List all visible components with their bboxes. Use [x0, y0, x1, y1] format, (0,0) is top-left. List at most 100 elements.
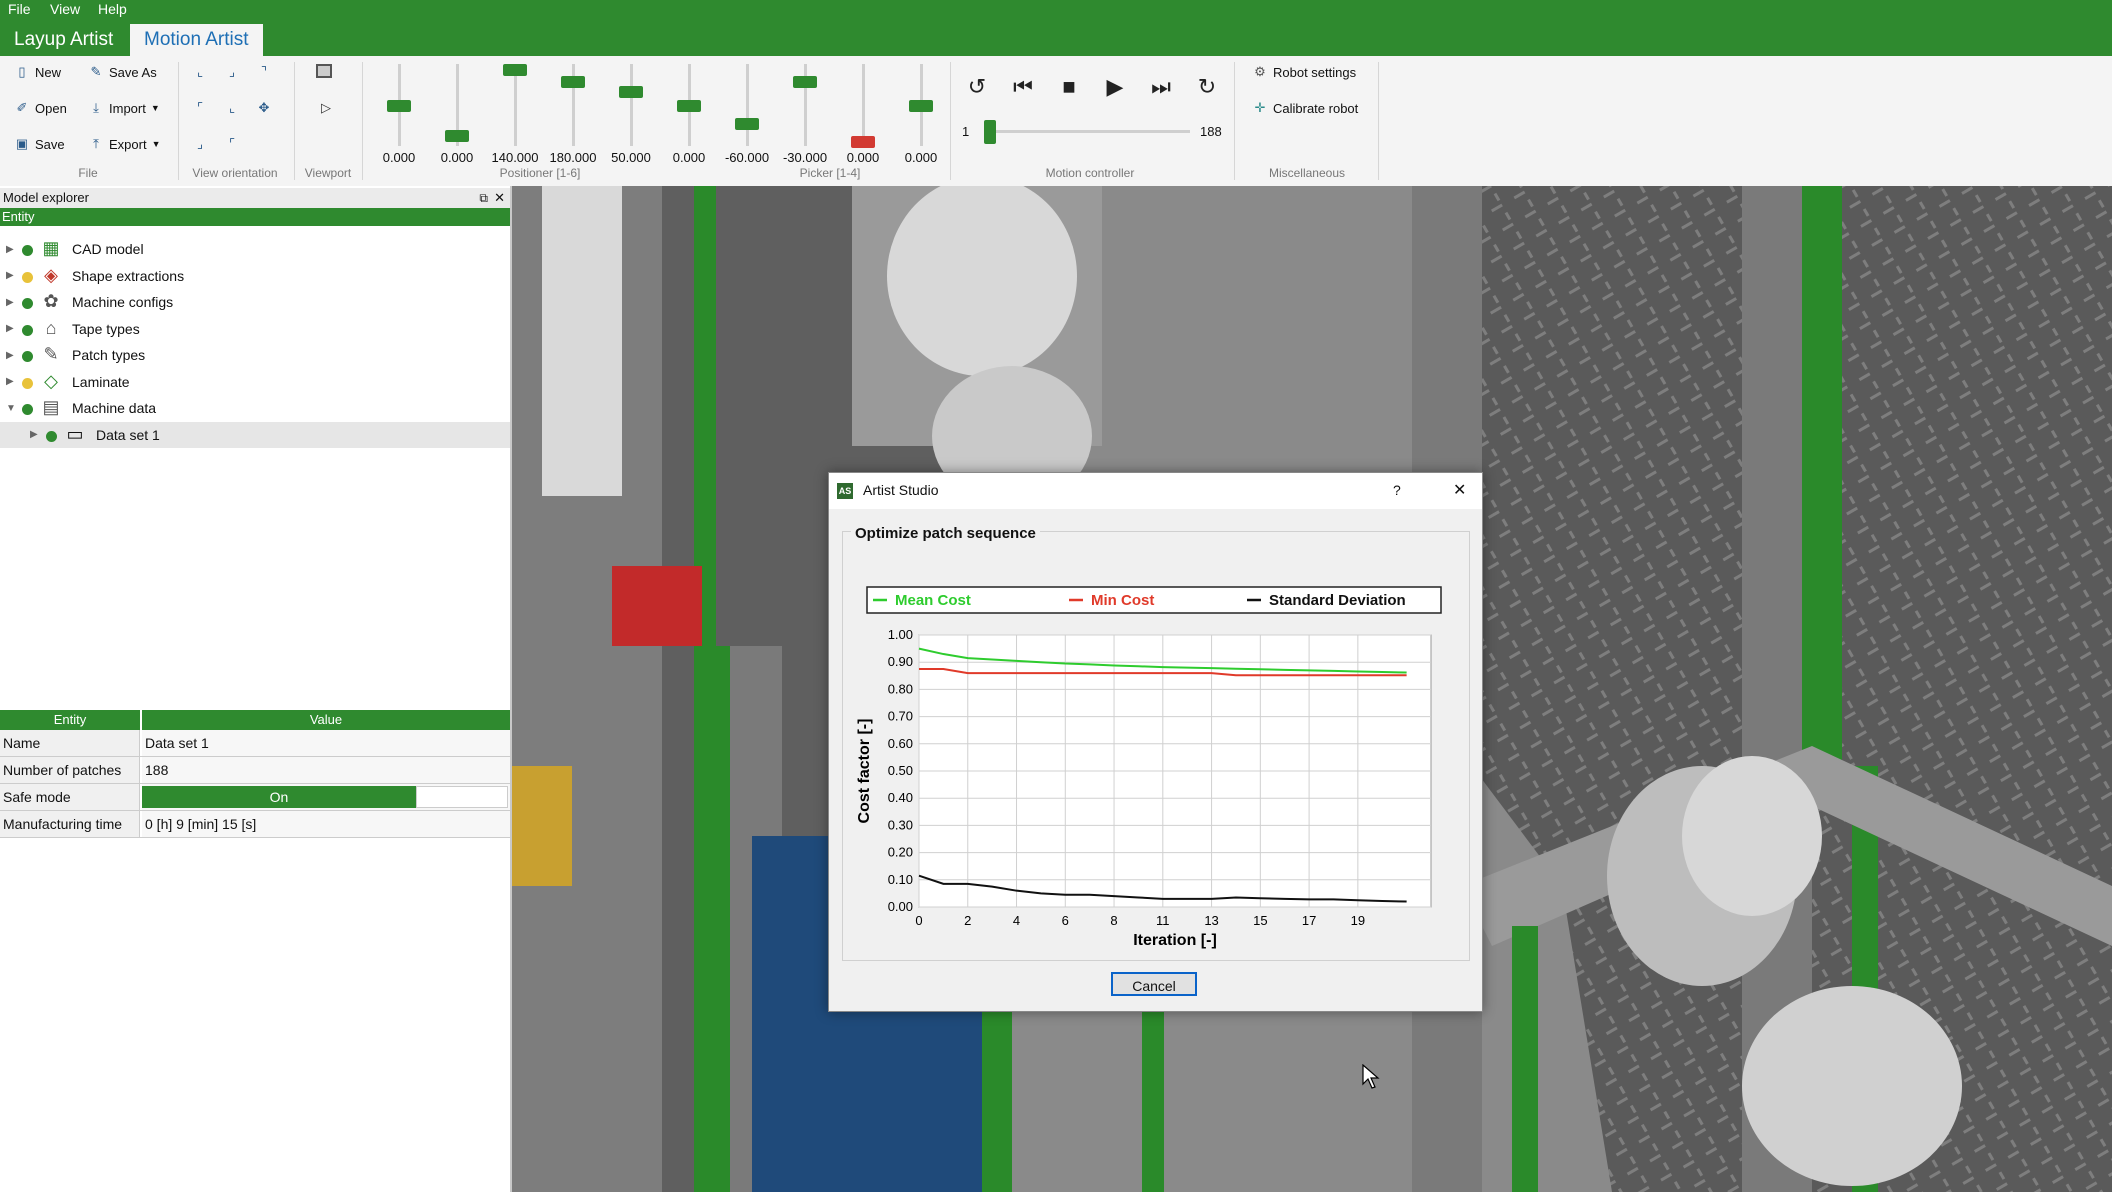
save-button[interactable]: ▣ Save [14, 136, 65, 152]
y-tick-label: 0.10 [888, 872, 913, 887]
joint-slider-handle[interactable] [503, 64, 527, 76]
safe-mode-toggle[interactable]: On [142, 784, 510, 810]
y-tick-label: 1.00 [888, 627, 913, 642]
positioner-value: 50.000 [611, 150, 651, 165]
view-plus-x-button[interactable]: ⌟ [224, 64, 240, 80]
perspective-icon: ▷ [321, 100, 331, 115]
menu-file[interactable]: File [8, 1, 31, 17]
tree-item[interactable]: ▶ ⌂ Tape types [0, 316, 510, 342]
robot-settings-button[interactable]: ⚙ Robot settings [1252, 64, 1356, 80]
help-button[interactable]: ? [1393, 482, 1401, 498]
chevron-right-icon[interactable]: ▶ [6, 297, 14, 308]
open-button[interactable]: ✐ Open [14, 100, 67, 116]
motion-slider-track[interactable] [984, 130, 1190, 133]
name-field[interactable]: Data set 1 [142, 730, 510, 756]
optimize-dialog: AS Artist Studio ? ✕ Optimize patch sequ… [828, 472, 1483, 1012]
chevron-right-icon[interactable]: ▶ [6, 323, 14, 334]
tree-item-label: CAD model [72, 241, 144, 257]
joint-slider-track[interactable] [514, 64, 517, 146]
import-button[interactable]: ⤓ Import ▼ [88, 100, 160, 116]
motion-slider-handle[interactable] [984, 120, 996, 144]
joint-slider-handle[interactable] [735, 118, 759, 130]
viewport-frame-button[interactable] [316, 64, 332, 78]
tree-item[interactable]: ▶ ▦ CAD model [0, 236, 510, 262]
new-file-icon: ▯ [18, 64, 26, 79]
separator [1234, 62, 1235, 180]
tree-item[interactable]: ▶ ◈ Shape extractions [0, 263, 510, 289]
group-title: Optimize patch sequence [851, 525, 1040, 542]
stop-icon[interactable]: ■ [1054, 74, 1084, 100]
view-iso-button[interactable]: ✥ [256, 100, 272, 116]
status-icon [22, 324, 33, 336]
save-as-button[interactable]: ✎ Save As [88, 64, 157, 80]
property-row-name: Name Data set 1 [0, 730, 510, 757]
tree-item[interactable]: ▶ ◇ Laminate [0, 369, 510, 395]
joint-slider-handle[interactable] [677, 100, 701, 112]
tree-item[interactable]: ▶ ✎ Patch types [0, 342, 510, 368]
skip-start-icon[interactable]: ⏮ [1008, 74, 1038, 100]
import-icon: ⤓ [93, 100, 99, 115]
joint-slider-handle[interactable] [619, 86, 643, 98]
new-button[interactable]: ▯ New [14, 64, 61, 80]
view-bottom-button[interactable]: ⌜ [224, 136, 240, 152]
joint-slider-handle[interactable] [387, 100, 411, 112]
model-explorer-title: Model explorer [3, 190, 89, 205]
menu-view[interactable]: View [50, 1, 80, 17]
joint-slider-track[interactable] [630, 64, 633, 146]
view-plus-y-button[interactable]: ⌜ [192, 100, 208, 116]
x-tick-label: 11 [1156, 913, 1170, 928]
skip-end-icon[interactable]: ⏭ [1146, 74, 1176, 100]
entity-type-icon: ▦ [42, 238, 60, 258]
entity-type-icon: ◈ [44, 264, 58, 285]
calibrate-robot-button[interactable]: ✛ Calibrate robot [1252, 100, 1359, 116]
joint-slider-handle[interactable] [793, 76, 817, 88]
rewind-icon[interactable]: ↺ [962, 74, 992, 100]
tree-item-data-set[interactable]: ▶ ▭ Data set 1 [0, 421, 510, 448]
cancel-button[interactable]: Cancel [1111, 972, 1197, 996]
safe-mode-on[interactable]: On [142, 786, 416, 808]
chevron-right-icon[interactable]: ▶ [30, 429, 38, 440]
chevron-right-icon[interactable]: ▶ [6, 350, 14, 361]
forward-icon[interactable]: ↻ [1192, 74, 1222, 100]
joint-slider-handle[interactable] [909, 100, 933, 112]
close-icon[interactable]: ✕ [494, 188, 505, 208]
joint-slider-handle[interactable] [445, 130, 469, 142]
export-button[interactable]: ⤒ Export ▼ [88, 136, 160, 152]
chevron-right-icon[interactable]: ▶ [6, 270, 14, 281]
tree-item[interactable]: ▶ ✿ Machine configs [0, 289, 510, 315]
viewport-perspective-button[interactable]: ▷ [318, 100, 334, 116]
play-icon[interactable]: ▶ [1100, 74, 1130, 100]
close-button[interactable]: ✕ [1453, 480, 1466, 500]
manufacturing-time-value: 0 [h] 9 [min] 15 [s] [142, 811, 510, 837]
tab-layup-artist[interactable]: Layup Artist [0, 24, 127, 56]
tree-item-label: Patch types [72, 347, 146, 363]
view-minus-x-button[interactable]: ⌞ [192, 64, 208, 80]
joint-slider-track[interactable] [862, 64, 865, 146]
axis-view-icon: ⌜ [196, 100, 204, 115]
view-plus-z-button[interactable]: ⌟ [192, 136, 208, 152]
separator [362, 62, 363, 180]
joint-slider-handle[interactable] [561, 76, 585, 88]
chevron-right-icon[interactable]: ▶ [6, 376, 14, 387]
view-minus-z-button[interactable]: ⌞ [224, 100, 240, 116]
x-tick-label: 15 [1253, 913, 1267, 928]
explorer-column-header: Entity [0, 208, 510, 226]
float-panel-icon[interactable]: ⧉ [479, 188, 488, 208]
view-minus-y-button[interactable]: ⌝ [256, 64, 272, 80]
menu-help[interactable]: Help [98, 1, 127, 17]
safe-mode-off-area[interactable] [416, 786, 508, 808]
chevron-down-icon[interactable]: ▼ [6, 403, 16, 414]
y-tick-label: 0.20 [888, 845, 913, 860]
patch-count-value: 188 [142, 757, 510, 783]
picker-value: -60.000 [724, 150, 770, 165]
axis-view-icon: ⌜ [228, 136, 236, 151]
joint-slider-track[interactable] [746, 64, 749, 146]
model-explorer-panel: Model explorer ⧉ ✕ Entity ▶ ▦ CAD model ▶… [0, 186, 512, 1192]
tree-item[interactable]: ▼ ▤ Machine data [0, 395, 510, 421]
tab-motion-artist[interactable]: Motion Artist [130, 24, 263, 56]
joint-slider-handle[interactable] [851, 136, 875, 148]
cost-chart: Mean Cost Min Cost Standard Deviation0.000… [856, 586, 1442, 949]
chevron-right-icon[interactable]: ▶ [6, 244, 14, 255]
app-logo-icon: AS [837, 483, 853, 499]
motion-min-label: 1 [962, 124, 970, 139]
